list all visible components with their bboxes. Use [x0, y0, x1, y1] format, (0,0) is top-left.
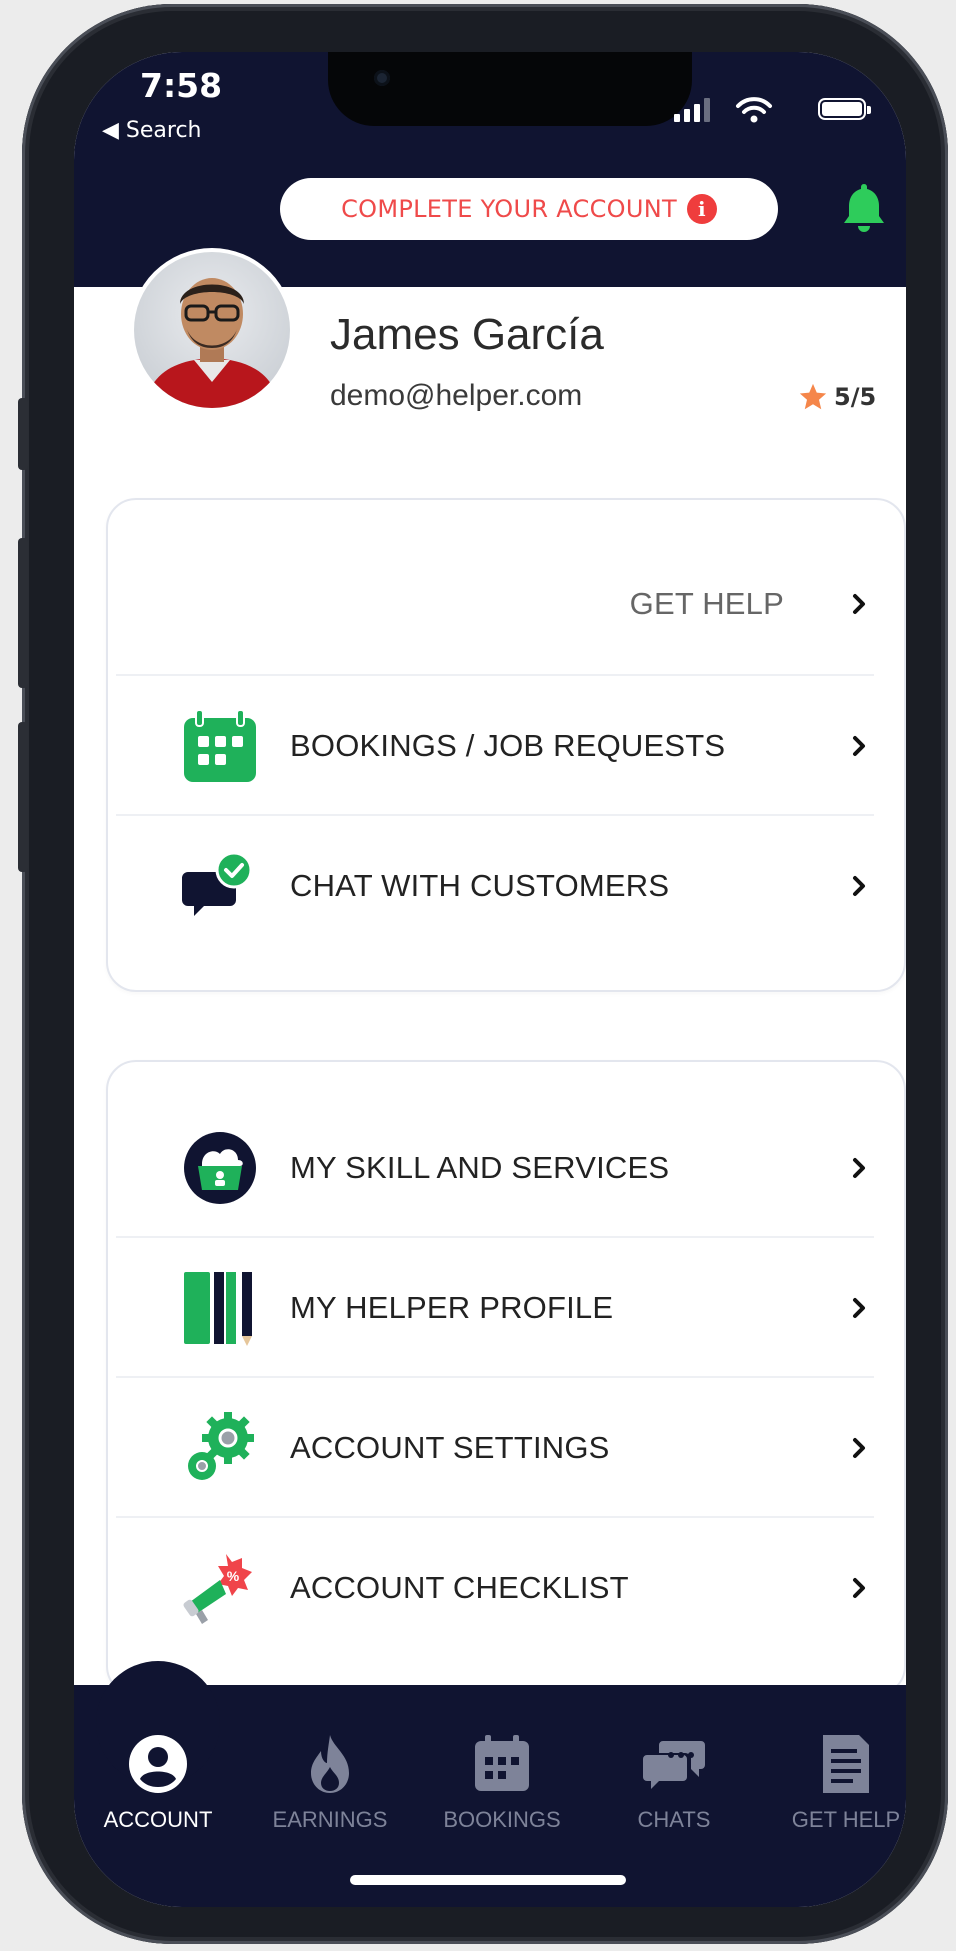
chevron-right-icon	[853, 876, 865, 896]
tab-get-help[interactable]: GET HELP	[766, 1733, 906, 1833]
avatar-photo	[134, 252, 290, 408]
menu-item-label: MY SKILL AND SERVICES	[290, 1150, 670, 1185]
menu-item-helper-profile[interactable]: MY HELPER PROFILE	[116, 1238, 874, 1378]
chat-check-icon	[182, 851, 253, 916]
menu-item-account-settings[interactable]: ACCOUNT SETTINGS	[116, 1378, 874, 1518]
menu-item-label: CHAT WITH CUSTOMERS	[290, 868, 670, 903]
chevron-right-icon	[853, 594, 865, 614]
chevron-right-icon	[853, 1578, 865, 1598]
menu-item-account-checklist[interactable]: % ACCOUNT CHECKLIST	[116, 1518, 874, 1658]
info-icon: i	[686, 194, 717, 224]
mute-switch	[18, 398, 28, 470]
chevron-right-icon	[853, 1298, 865, 1318]
menu-item-bookings[interactable]: BOOKINGS / JOB REQUESTS	[116, 676, 874, 816]
chevron-right-icon	[853, 1438, 865, 1458]
menu-item-label: MY HELPER PROFILE	[290, 1290, 614, 1325]
tab-earnings[interactable]: EARNINGS	[250, 1733, 410, 1833]
volume-up-button	[18, 538, 28, 688]
calendar-icon	[475, 1735, 529, 1791]
tab-bookings[interactable]: BOOKINGS	[422, 1733, 582, 1833]
skills-basket-icon	[184, 1132, 256, 1204]
header-bar: 7:58 ◀ Search COMPLETE YOUR ACCOUNT i	[74, 52, 906, 287]
status-time: 7:58	[140, 66, 223, 105]
gears-icon	[188, 1412, 254, 1480]
profile-email: demo@helper.com	[330, 379, 583, 412]
signal-icon	[674, 98, 710, 122]
rating-value: 5/5	[834, 383, 877, 411]
flame-icon	[311, 1735, 349, 1793]
megaphone-icon: %	[183, 1554, 252, 1624]
tab-label: GET HELP	[791, 1807, 901, 1832]
rating-badge: 5/5	[798, 382, 876, 412]
tab-label: CHATS	[637, 1807, 711, 1832]
volume-down-button	[18, 722, 28, 872]
battery-icon	[818, 98, 871, 120]
menu-item-label: ACCOUNT CHECKLIST	[290, 1570, 629, 1605]
menu-item-get-help[interactable]: GET HELP	[116, 534, 874, 674]
home-indicator[interactable]	[350, 1875, 626, 1885]
secondary-menu-card: MY SKILL AND SERVICES MY HELPER PROFILE	[106, 1060, 906, 1696]
menu-item-label: ACCOUNT SETTINGS	[290, 1430, 610, 1465]
user-circle-icon	[129, 1735, 187, 1793]
tab-label: BOOKINGS	[443, 1807, 561, 1832]
profile-name: James García	[330, 310, 604, 359]
complete-account-button[interactable]: COMPLETE YOUR ACCOUNT i	[280, 178, 778, 240]
back-to-search-link[interactable]: ◀ Search	[102, 118, 202, 143]
avatar[interactable]	[134, 252, 290, 408]
chevron-right-icon	[853, 1158, 865, 1178]
menu-item-chat-customers[interactable]: CHAT WITH CUSTOMERS	[116, 816, 874, 956]
tab-chats[interactable]: CHATS	[594, 1733, 754, 1833]
tab-account[interactable]: ACCOUNT	[78, 1733, 238, 1833]
notch	[328, 52, 692, 126]
books-pencil-icon	[184, 1272, 252, 1346]
primary-menu-card: GET HELP BOOKINGS / JOB REQUESTS CHAT WI…	[106, 498, 906, 992]
menu-item-label: BOOKINGS / JOB REQUESTS	[290, 728, 726, 763]
star-icon	[799, 383, 827, 410]
menu-item-skills-services[interactable]: MY SKILL AND SERVICES	[116, 1098, 874, 1238]
bottom-tab-bar: ACCOUNT EARNINGS BOOKINGS CHATS GET HELP	[74, 1661, 906, 1907]
chevron-right-icon	[853, 736, 865, 756]
tab-label: ACCOUNT	[103, 1807, 213, 1832]
app-screen: 7:58 ◀ Search COMPLETE YOUR ACCOUNT i Ja…	[74, 52, 906, 1907]
complete-account-label: COMPLETE YOUR ACCOUNT	[341, 195, 677, 223]
calendar-icon	[184, 709, 256, 782]
menu-item-label: GET HELP	[629, 586, 784, 621]
svg-text:%: %	[227, 1568, 240, 1584]
wifi-icon	[736, 97, 772, 123]
tab-label: EARNINGS	[272, 1807, 388, 1832]
chat-bubbles-icon	[643, 1741, 705, 1789]
notification-bell-icon[interactable]	[842, 182, 886, 234]
document-icon	[823, 1735, 869, 1793]
camera-icon	[374, 70, 390, 86]
